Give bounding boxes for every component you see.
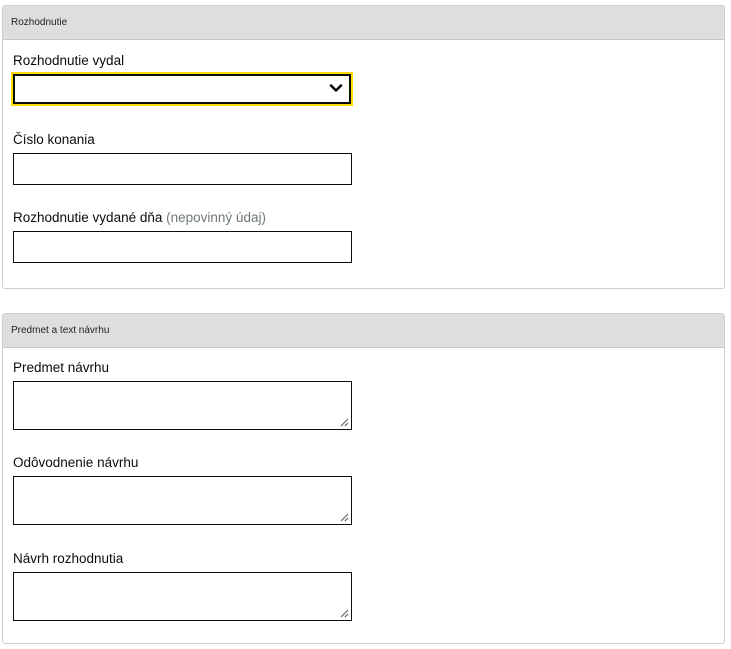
case-number-field: Číslo konania [13,132,352,185]
subject-textarea[interactable] [13,381,352,430]
draft-decision-label: Návrh rozhodnutia [13,551,124,566]
case-number-label: Číslo konania [13,132,95,147]
decision-panel-header: Rozhodnutie [3,6,724,40]
resize-handle-icon[interactable] [339,417,349,427]
issued-on-label-text: Rozhodnutie vydané dňa [13,210,163,225]
optional-hint: (nepovinný údaj) [166,210,266,225]
issued-on-input[interactable] [13,231,352,263]
justification-label: Odôvodnenie návrhu [13,455,139,470]
issued-on-label: Rozhodnutie vydané dňa (nepovinný údaj) [13,210,352,225]
chevron-down-icon [329,84,343,92]
issued-on-field: Rozhodnutie vydané dňa (nepovinný údaj) [13,210,352,263]
draft-decision-field: Návrh rozhodnutia [13,551,352,621]
draft-decision-textarea[interactable] [13,572,352,621]
issued-by-label: Rozhodnutie vydal [13,53,125,68]
issued-by-select[interactable] [11,72,353,106]
subject-panel: Predmet a text návrhu Predmet návrhu Odô… [2,313,725,644]
issued-by-field: Rozhodnutie vydal [11,53,353,106]
subject-field: Predmet návrhu [13,360,352,430]
resize-handle-icon[interactable] [339,608,349,618]
subject-label: Predmet návrhu [13,360,110,375]
subject-panel-header: Predmet a text návrhu [3,314,724,348]
resize-handle-icon[interactable] [339,512,349,522]
case-number-input[interactable] [13,153,352,185]
justification-textarea[interactable] [13,476,352,525]
decision-panel: Rozhodnutie Rozhodnutie vydal Číslo kona… [2,5,725,289]
justification-field: Odôvodnenie návrhu [13,455,352,525]
